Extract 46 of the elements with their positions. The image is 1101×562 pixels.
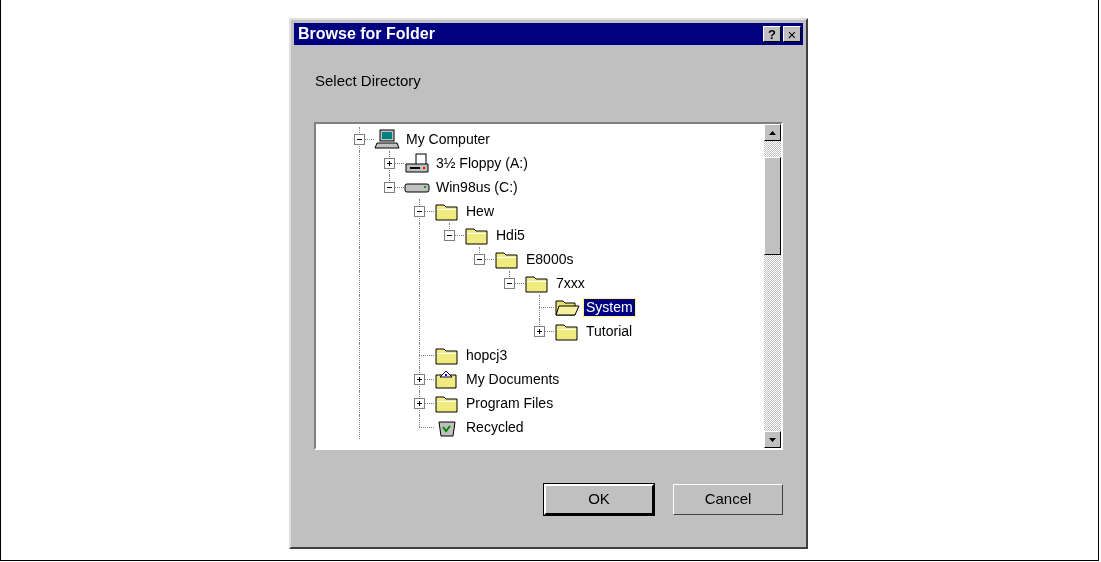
vertical-scrollbar[interactable] [764, 124, 781, 448]
folder-icon [524, 273, 550, 293]
scroll-down-button[interactable] [764, 431, 781, 448]
dialog-button[interactable]: OK [544, 484, 654, 515]
floppy-drive-icon [404, 153, 430, 173]
close-button[interactable]: × [783, 26, 801, 42]
tree-item[interactable]: Tutorial [584, 322, 635, 340]
expand-toggle[interactable] [384, 158, 395, 169]
open-folder-icon [554, 297, 580, 317]
folder-icon [554, 321, 580, 341]
tree-item[interactable]: My Documents [464, 370, 562, 388]
window-title: Browse for Folder [298, 26, 436, 42]
expand-toggle[interactable] [534, 326, 545, 337]
folder-icon [434, 201, 460, 221]
folder-icon [464, 225, 490, 245]
documents-folder-icon [434, 369, 460, 389]
collapse-toggle[interactable] [384, 182, 395, 193]
tree-item[interactable]: Program Files [464, 394, 556, 412]
expand-toggle[interactable] [414, 374, 425, 385]
computer-icon [374, 129, 400, 149]
expand-toggle[interactable] [414, 398, 425, 409]
tree-item[interactable]: Recycled [464, 418, 526, 436]
tree-item[interactable]: Win98us (C:) [434, 178, 520, 196]
tree-item[interactable]: hopcj3 [464, 346, 510, 364]
up-arrow-icon [769, 130, 776, 135]
tree-item[interactable]: 3½ Floppy (A:) [434, 154, 530, 172]
tree-item[interactable]: System [584, 298, 635, 316]
folder-icon [494, 249, 520, 269]
collapse-toggle[interactable] [504, 278, 515, 289]
tree-item[interactable]: Hdi5 [494, 226, 527, 244]
dialog-button[interactable]: Cancel [673, 484, 783, 515]
collapse-toggle[interactable] [414, 206, 425, 217]
down-arrow-icon [769, 437, 776, 442]
collapse-toggle[interactable] [354, 134, 365, 145]
collapse-toggle[interactable] [444, 230, 455, 241]
tree-item[interactable]: My Computer [404, 130, 493, 148]
tree-item[interactable]: E8000s [524, 250, 576, 268]
scroll-up-button[interactable] [764, 124, 781, 141]
scroll-thumb[interactable] [764, 157, 781, 255]
collapse-toggle[interactable] [474, 254, 485, 265]
prompt-text: Select Directory [315, 72, 421, 89]
tree-item[interactable]: 7xxx [554, 274, 587, 292]
folder-icon [434, 393, 460, 413]
help-button[interactable]: ? [763, 26, 781, 42]
tree-item[interactable]: Hew [464, 202, 496, 220]
folder-icon [434, 345, 460, 365]
